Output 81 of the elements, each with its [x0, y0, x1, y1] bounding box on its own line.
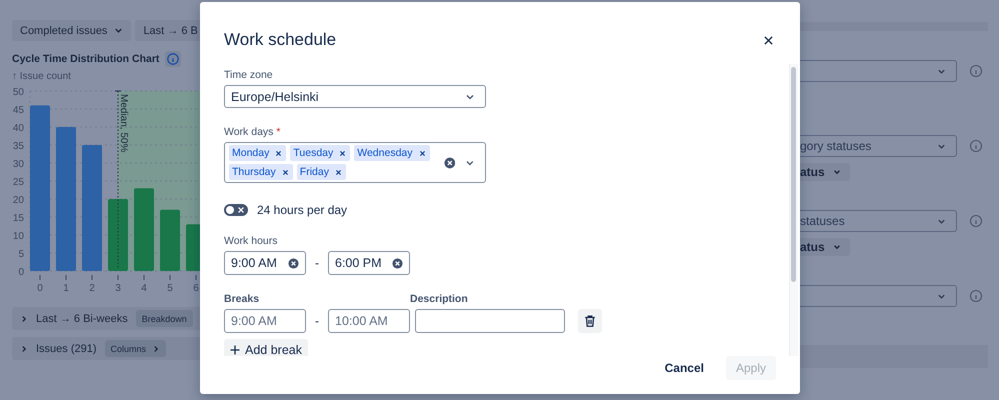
- field-label: Work days: [224, 126, 274, 138]
- dialog-title: Work schedule: [224, 30, 336, 50]
- cross-icon: [237, 206, 245, 214]
- day-tag: Wednesday: [354, 145, 430, 161]
- chevron-right-icon: [20, 314, 28, 322]
- delete-button[interactable]: [578, 309, 602, 333]
- workdays-select[interactable]: Monday Tuesday Wednesday Thursday Friday: [224, 142, 486, 183]
- filter-button[interactable]: Completed issues: [12, 20, 132, 41]
- x-tick-label: 6: [193, 283, 199, 294]
- y-tick-label: 5: [18, 249, 24, 260]
- x-tick-label: 3: [115, 283, 121, 294]
- required-mark: *: [276, 126, 280, 138]
- y-tick-label: 45: [12, 105, 24, 116]
- close-icon: [764, 36, 773, 44]
- select-field[interactable]: gory statuses: [800, 135, 957, 157]
- clear-icon[interactable]: [288, 258, 299, 268]
- clear-icon[interactable]: [392, 258, 403, 268]
- time-field[interactable]: 9:00 AM: [224, 251, 306, 275]
- select-field[interactable]: [800, 60, 957, 82]
- trash-icon: [583, 314, 597, 328]
- x-tick-label: 4: [141, 283, 147, 294]
- field-label: Work hours: [224, 235, 278, 247]
- day-tag: Monday: [229, 145, 286, 161]
- chevron-down-icon: [937, 142, 946, 150]
- time-field[interactable]: 10:00 AM: [328, 309, 410, 333]
- status-button[interactable]: atus: [800, 238, 850, 256]
- chevron-down-icon: [114, 26, 124, 35]
- chart-title: Cycle Time Distribution Chart: [12, 53, 160, 65]
- clear-icon[interactable]: [444, 156, 456, 168]
- section-button[interactable]: Breakdown: [136, 310, 193, 327]
- add-break-button[interactable]: Add break: [224, 339, 308, 356]
- chevron-down-icon: [937, 292, 946, 300]
- x-tick-label: 0: [37, 283, 43, 294]
- section-button[interactable]: Columns: [104, 340, 166, 357]
- time-field[interactable]: 6:00 PM: [328, 251, 410, 275]
- range-separator: -: [315, 314, 319, 328]
- remove-icon[interactable]: [275, 150, 282, 156]
- y-tick-label: 0: [18, 267, 24, 278]
- y-tick-label: 15: [12, 213, 24, 224]
- x-tick-label: 2: [89, 283, 95, 294]
- section-title: Issues (291): [36, 342, 97, 354]
- chevron-down-icon: [937, 66, 946, 76]
- day-tag: Thursday: [229, 164, 293, 180]
- cancel-button[interactable]: Cancel: [654, 356, 714, 380]
- chart-bar: [108, 199, 128, 271]
- y-tick-label: 20: [12, 195, 24, 206]
- chevron-down-icon: [832, 168, 841, 176]
- chart-bar: [160, 210, 180, 271]
- scrollbar-thumb[interactable]: [791, 67, 796, 282]
- field-label: Time zone: [224, 69, 274, 81]
- y-tick-label: 40: [12, 123, 24, 134]
- time-field[interactable]: 9:00 AM: [224, 309, 306, 333]
- toggle-switch[interactable]: [224, 204, 248, 216]
- chevron-down-icon: [937, 216, 946, 226]
- range-separator: -: [315, 256, 319, 270]
- select-field[interactable]: statuses: [800, 210, 957, 232]
- remove-icon[interactable]: [339, 150, 346, 156]
- y-tick-label: 30: [12, 159, 24, 170]
- x-tick-label: 5: [167, 283, 173, 294]
- select-field[interactable]: [800, 285, 957, 307]
- day-tag: Friday: [296, 164, 346, 180]
- y-tick-label: 50: [12, 87, 24, 98]
- field-label: Breaks: [224, 293, 260, 305]
- median-label: Median, 50%: [118, 94, 129, 152]
- field-label: Description: [410, 293, 468, 305]
- remove-icon[interactable]: [418, 150, 426, 156]
- plus-icon: [230, 345, 240, 355]
- status-button[interactable]: atus: [800, 163, 850, 181]
- x-tick-label: 1: [63, 283, 69, 294]
- day-tag: Tuesday: [290, 145, 350, 161]
- chevron-down-icon: [832, 243, 841, 251]
- remove-icon[interactable]: [334, 168, 342, 176]
- y-tick-label: 35: [12, 141, 24, 152]
- chevron-right-icon: [20, 344, 28, 352]
- description-field[interactable]: [415, 309, 565, 333]
- toggle-label: 24 hours per day: [257, 203, 348, 217]
- remove-icon[interactable]: [282, 168, 289, 176]
- y-tick-label: 10: [12, 231, 24, 242]
- section-title: Last → 6 Bi-weeks: [36, 312, 128, 324]
- y-tick-label: 25: [12, 177, 24, 188]
- timezone-select[interactable]: Europe/Helsinki: [224, 85, 486, 108]
